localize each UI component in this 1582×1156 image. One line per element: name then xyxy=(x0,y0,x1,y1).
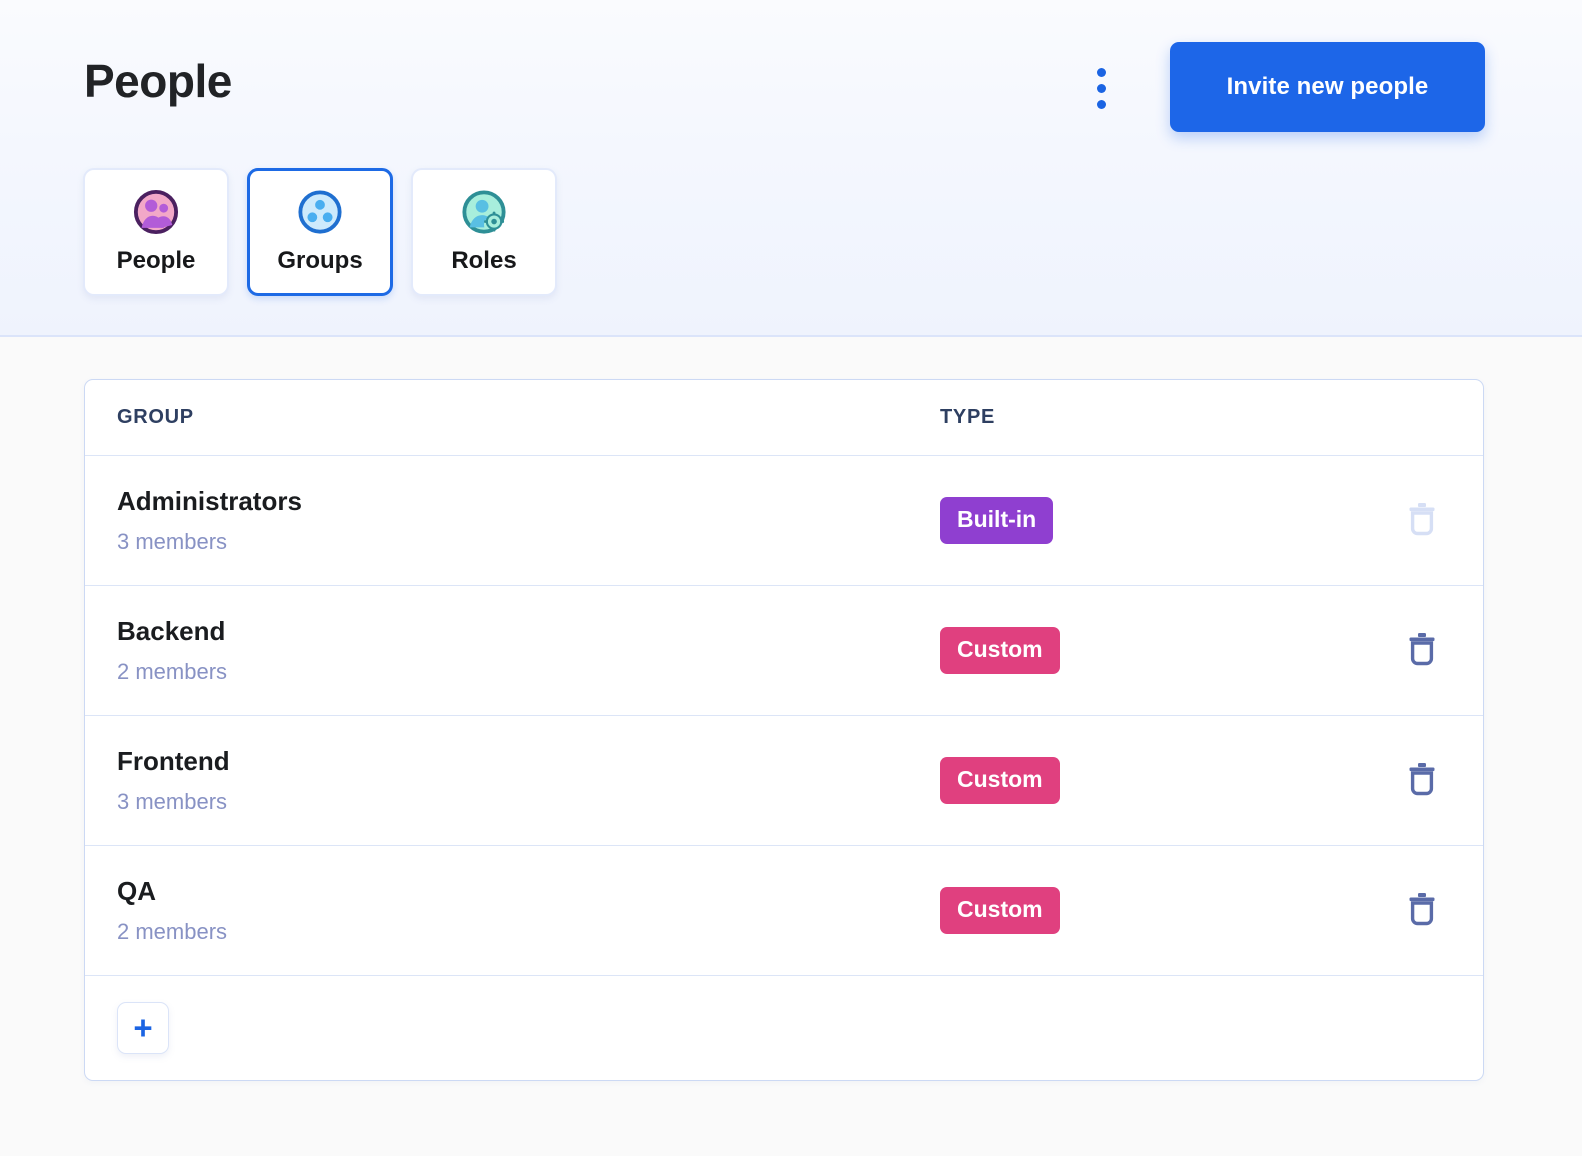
group-cell: Frontend 3 members xyxy=(85,746,940,814)
kebab-menu-icon[interactable] xyxy=(1085,62,1117,114)
tab-roles[interactable]: Roles xyxy=(411,168,557,296)
column-header-group: GROUP xyxy=(117,406,194,428)
status-badge: Custom xyxy=(940,887,1060,934)
delete-group-button[interactable] xyxy=(1399,758,1445,804)
tab-people[interactable]: People xyxy=(83,168,229,296)
group-name: Backend xyxy=(117,616,226,647)
action-cell xyxy=(1360,758,1483,804)
groups-table: GROUP TYPE Administrators 3 members Buil… xyxy=(84,379,1484,1081)
content-area: GROUP TYPE Administrators 3 members Buil… xyxy=(0,337,1582,1154)
group-cell: QA 2 members xyxy=(85,876,940,944)
page-header: People Invite new people People Groups R… xyxy=(0,0,1582,337)
status-badge: Custom xyxy=(940,757,1060,804)
tab-strip: People Groups Roles xyxy=(83,168,557,296)
table-row[interactable]: Backend 2 members Custom xyxy=(85,586,1483,716)
delete-group-button[interactable] xyxy=(1399,628,1445,674)
group-member-count: 2 members xyxy=(117,918,228,944)
status-badge: Built-in xyxy=(940,497,1054,544)
table-row[interactable]: Administrators 3 members Built-in xyxy=(85,456,1483,586)
action-cell xyxy=(1360,498,1483,544)
tab-groups-label: Groups xyxy=(277,247,363,274)
plus-icon: + xyxy=(133,1008,153,1046)
invite-new-people-button[interactable]: Invite new people xyxy=(1170,42,1485,132)
table-row[interactable]: Frontend 3 members Custom xyxy=(85,716,1483,846)
trash-icon xyxy=(1407,632,1437,669)
type-cell: Custom xyxy=(940,887,1360,934)
type-cell: Built-in xyxy=(940,497,1360,544)
three-dots-circle-icon xyxy=(297,189,343,235)
kebab-dot xyxy=(1096,83,1106,93)
group-name: QA xyxy=(117,876,156,907)
group-name: Frontend xyxy=(117,746,230,777)
group-member-count: 3 members xyxy=(117,528,228,554)
action-cell xyxy=(1360,888,1483,934)
group-name: Administrators xyxy=(117,486,302,517)
person-gear-icon xyxy=(461,189,507,235)
status-badge: Custom xyxy=(940,627,1060,674)
tab-groups[interactable]: Groups xyxy=(247,168,393,296)
delete-group-button xyxy=(1399,498,1445,544)
trash-icon xyxy=(1407,892,1437,929)
trash-icon xyxy=(1407,762,1437,799)
column-header-type: TYPE xyxy=(940,406,996,428)
group-cell: Administrators 3 members xyxy=(85,486,940,554)
page-title: People xyxy=(84,55,232,107)
table-row[interactable]: QA 2 members Custom xyxy=(85,846,1483,976)
group-member-count: 2 members xyxy=(117,658,228,684)
tab-roles-label: Roles xyxy=(451,247,517,274)
trash-icon xyxy=(1407,502,1437,539)
tab-people-label: People xyxy=(116,247,196,274)
kebab-dot xyxy=(1096,67,1106,77)
action-cell xyxy=(1360,628,1483,674)
type-cell: Custom xyxy=(940,757,1360,804)
type-cell: Custom xyxy=(940,627,1360,674)
people-group-icon xyxy=(133,189,179,235)
delete-group-button[interactable] xyxy=(1399,888,1445,934)
kebab-dot xyxy=(1096,99,1106,109)
group-member-count: 3 members xyxy=(117,788,228,814)
table-footer: + xyxy=(85,976,1483,1080)
add-group-button[interactable]: + xyxy=(117,1002,169,1054)
table-header-row: GROUP TYPE xyxy=(85,380,1483,456)
group-cell: Backend 2 members xyxy=(85,616,940,684)
